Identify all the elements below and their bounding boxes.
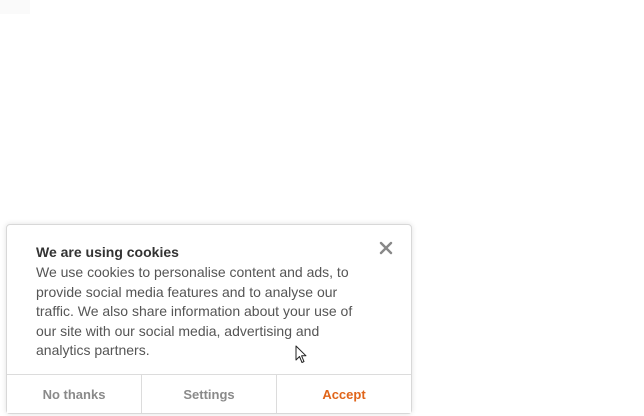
- cookie-consent-dialog: We are using cookies We use cookies to p…: [6, 224, 412, 414]
- accept-button[interactable]: Accept: [277, 375, 411, 413]
- cookie-dialog-content: We are using cookies We use cookies to p…: [36, 243, 376, 361]
- cookie-dialog-message: We use cookies to personalise content an…: [36, 264, 353, 358]
- cookie-dialog-title: We are using cookies: [36, 244, 179, 260]
- page-background: We are using cookies We use cookies to p…: [0, 0, 644, 416]
- page-corner-artifact: [0, 0, 30, 14]
- settings-button[interactable]: Settings: [142, 375, 277, 413]
- cookie-dialog-buttons: No thanks Settings Accept: [7, 374, 411, 413]
- close-button[interactable]: [378, 240, 394, 256]
- close-icon: [379, 241, 393, 255]
- no-thanks-button[interactable]: No thanks: [7, 375, 142, 413]
- mouse-pointer-icon: [295, 345, 307, 364]
